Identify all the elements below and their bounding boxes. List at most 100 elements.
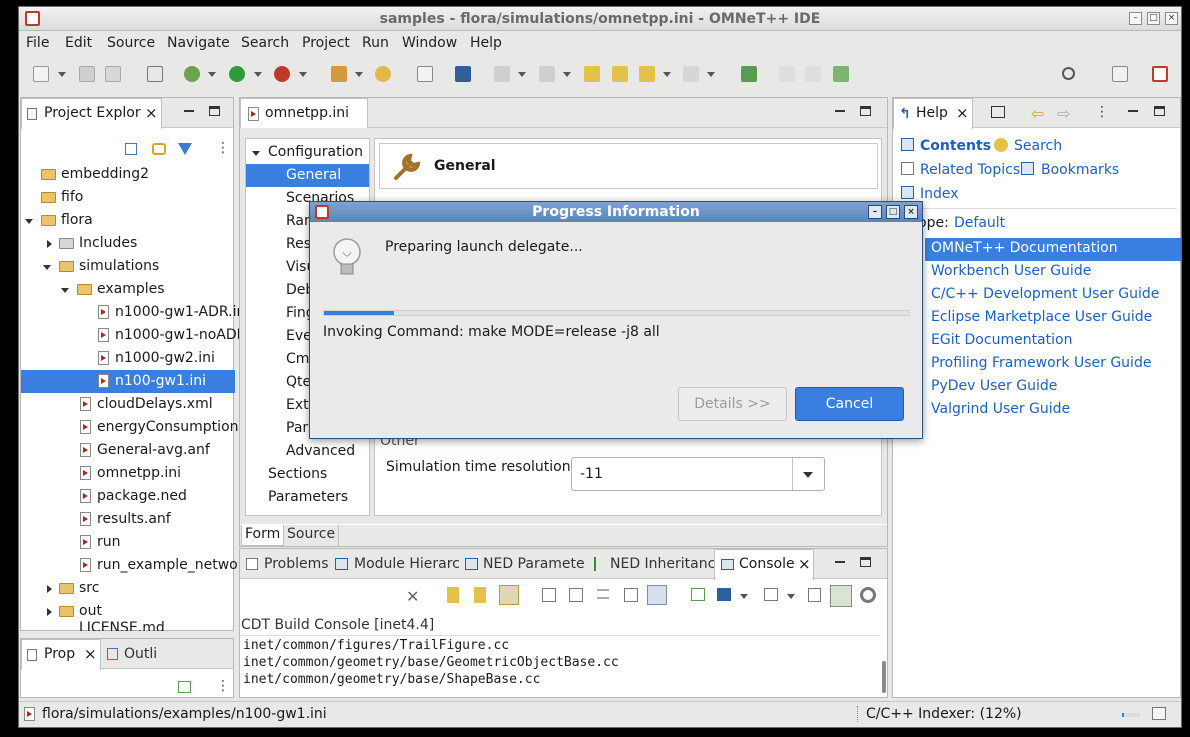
- new-icon[interactable]: [33, 66, 49, 82]
- tree-item-n100-gw1[interactable]: n100-gw1.ini: [21, 370, 235, 393]
- close-icon[interactable]: ×: [798, 555, 811, 573]
- terminal-icon[interactable]: [455, 66, 471, 82]
- maximize-view-icon[interactable]: [1154, 106, 1165, 116]
- scope-value-link[interactable]: Default: [954, 215, 1005, 231]
- tree-item-results-anf[interactable]: results.anf: [21, 508, 233, 531]
- debug-icon[interactable]: [184, 66, 200, 82]
- tree-item-n1000-gw2[interactable]: n1000-gw2.ini: [21, 347, 233, 370]
- bookmarks-link[interactable]: Bookmarks: [1041, 162, 1119, 178]
- undo-icon[interactable]: [779, 66, 795, 82]
- help-doc-item[interactable]: C/C++ Development User Guide: [931, 286, 1159, 302]
- tree-item-flora[interactable]: flora: [21, 209, 233, 232]
- tab-omnetpp-ini[interactable]: omnetpp.ini: [240, 98, 368, 129]
- tab-project-explorer[interactable]: Project Explor ×: [21, 98, 162, 129]
- open-perspective-icon[interactable]: [1112, 66, 1128, 82]
- minimize-button[interactable]: –: [1129, 12, 1142, 25]
- tree-item-fifo[interactable]: fifo: [21, 186, 233, 209]
- menu-file[interactable]: File: [26, 35, 49, 51]
- display-console-dropdown-icon[interactable]: [740, 594, 748, 599]
- filter-icon[interactable]: [178, 143, 192, 155]
- sim-time-select[interactable]: -11: [571, 457, 825, 491]
- expand-arrow-icon[interactable]: [47, 585, 52, 593]
- tree-item-includes[interactable]: Includes: [21, 232, 233, 255]
- profile-icon[interactable]: [274, 66, 290, 82]
- next-annotation-icon[interactable]: [494, 66, 510, 82]
- help-doc-item[interactable]: Profiling Framework User Guide: [931, 355, 1151, 371]
- show-in-toc-icon[interactable]: [991, 106, 1005, 118]
- nav-parameters[interactable]: Parameters: [246, 486, 369, 509]
- clear-console-icon[interactable]: [624, 588, 638, 602]
- dialog-minimize-button[interactable]: –: [868, 205, 882, 219]
- index-link[interactable]: Index: [920, 186, 959, 202]
- help-doc-item[interactable]: Workbench User Guide: [931, 263, 1091, 279]
- minimize-view-icon[interactable]: [184, 110, 194, 112]
- tree-item-package-ned[interactable]: package.ned: [21, 485, 233, 508]
- dialog-maximize-button[interactable]: □: [886, 205, 900, 219]
- cdt-console-icon[interactable]: [830, 585, 852, 607]
- run-dropdown-icon[interactable]: [254, 72, 262, 77]
- tree-item-clouddelays[interactable]: cloudDelays.xml: [21, 393, 233, 416]
- redo-icon[interactable]: [805, 66, 821, 82]
- expand-arrow-icon[interactable]: [47, 608, 52, 616]
- help-search-link[interactable]: Search: [1014, 138, 1062, 154]
- tab-outline[interactable]: Outli: [124, 646, 157, 662]
- tab-ned-parameters[interactable]: NED Paramete: [483, 556, 585, 572]
- help-doc-item[interactable]: OMNeT++ Documentation: [925, 238, 1181, 261]
- expand-arrow-icon[interactable]: [47, 240, 52, 248]
- maximize-view-icon[interactable]: [860, 106, 871, 116]
- close-button[interactable]: ×: [1165, 12, 1178, 25]
- back-arrow-icon[interactable]: ⇦: [1031, 104, 1044, 123]
- tab-properties[interactable]: Prop ×: [21, 639, 101, 670]
- expand-arrow-icon[interactable]: [25, 219, 33, 224]
- progress-view-icon[interactable]: [1152, 707, 1166, 720]
- tree-item-run[interactable]: run: [21, 531, 233, 554]
- maximize-button[interactable]: □: [1147, 12, 1160, 25]
- menu-project[interactable]: Project: [302, 35, 350, 51]
- expand-arrow-icon[interactable]: [61, 288, 69, 293]
- tab-ned-inheritance[interactable]: NED Inheritanc: [610, 556, 715, 572]
- external-tools-dropdown-icon[interactable]: [355, 72, 363, 77]
- forward-dropdown-icon[interactable]: [707, 72, 715, 77]
- next-annotation-dropdown-icon[interactable]: [518, 72, 526, 77]
- new-console-dropdown-icon[interactable]: [787, 594, 795, 599]
- cancel-button[interactable]: Cancel: [795, 387, 904, 421]
- tab-source[interactable]: Source: [284, 525, 340, 546]
- tree-item-examples[interactable]: examples: [21, 278, 233, 301]
- expand-arrow-icon[interactable]: [252, 151, 260, 156]
- tab-console[interactable]: Console ×: [714, 549, 814, 580]
- show-console-icon[interactable]: [647, 585, 667, 605]
- prev-annotation-dropdown-icon[interactable]: [563, 72, 571, 77]
- help-doc-item[interactable]: Eclipse Marketplace User Guide: [931, 309, 1152, 325]
- menu-window[interactable]: Window: [402, 35, 457, 51]
- forward-icon[interactable]: [683, 66, 699, 82]
- forward-arrow-icon[interactable]: ⇨: [1057, 104, 1070, 123]
- minimize-view-icon[interactable]: [835, 110, 845, 112]
- scroll-up-icon[interactable]: [474, 587, 486, 603]
- close-icon[interactable]: ×: [84, 645, 97, 663]
- new-console-icon[interactable]: [764, 588, 778, 601]
- tree-item-general-avg[interactable]: General-avg.anf: [21, 439, 233, 462]
- pin-editor-icon[interactable]: [741, 66, 757, 82]
- back-dropdown-icon[interactable]: [663, 72, 671, 77]
- copy-console-icon[interactable]: [542, 588, 556, 602]
- terminate-icon[interactable]: ✕: [406, 587, 419, 606]
- scroll-down-icon[interactable]: [447, 587, 459, 603]
- scroll-lock-icon[interactable]: [499, 585, 519, 605]
- tab-help[interactable]: ↰ Help ×: [893, 98, 973, 129]
- add-icon[interactable]: [833, 66, 849, 82]
- minimize-view-icon[interactable]: [835, 561, 845, 563]
- collapse-all-icon[interactable]: [125, 143, 137, 155]
- close-icon[interactable]: ×: [145, 104, 158, 122]
- open-type-icon[interactable]: [375, 66, 391, 82]
- menu-search[interactable]: Search: [241, 35, 289, 51]
- run-icon[interactable]: [229, 66, 245, 82]
- close-icon[interactable]: ×: [956, 104, 969, 122]
- omnetpp-perspective-icon[interactable]: [1152, 66, 1168, 82]
- new-dropdown-icon[interactable]: [58, 72, 66, 77]
- tree-item-embedding2[interactable]: embedding2: [21, 163, 233, 186]
- link-editor-icon[interactable]: [152, 143, 166, 155]
- view-menu-icon[interactable]: ⋮: [216, 140, 230, 156]
- menu-help[interactable]: Help: [470, 35, 502, 51]
- tree-item-run-example-network[interactable]: run_example_networ: [21, 554, 244, 577]
- tree-item-omnetpp-ini[interactable]: omnetpp.ini: [21, 462, 233, 485]
